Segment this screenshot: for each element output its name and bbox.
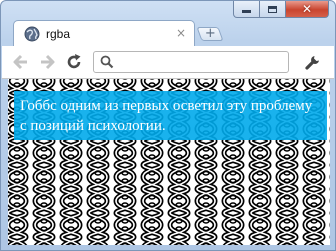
toolbar xyxy=(2,46,334,79)
maximize-button[interactable] xyxy=(260,1,286,18)
reload-icon[interactable] xyxy=(65,53,83,71)
window-controls: ✕ xyxy=(233,1,329,19)
rgba-banner: Гоббс одним из первых осветил эту пробле… xyxy=(14,91,327,140)
search-icon xyxy=(100,55,114,69)
tab-title: rgba xyxy=(46,27,71,41)
wrench-icon[interactable] xyxy=(304,53,322,71)
globe-icon xyxy=(24,26,40,42)
forward-icon[interactable] xyxy=(38,53,56,71)
page-viewport: Гоббс одним из первых осветил эту пробле… xyxy=(8,79,330,245)
address-input[interactable] xyxy=(118,54,282,70)
browser-tab[interactable]: rgba × xyxy=(13,20,195,47)
back-icon[interactable] xyxy=(12,53,30,71)
tab-close-icon[interactable]: × xyxy=(176,26,186,40)
plus-icon: + xyxy=(204,26,216,41)
new-tab-button[interactable]: + xyxy=(196,26,224,41)
minimize-button[interactable] xyxy=(233,1,260,18)
address-bar[interactable] xyxy=(93,51,289,73)
close-icon: ✕ xyxy=(301,2,313,16)
banner-text: Гоббс одним из первых осветил эту пробле… xyxy=(20,98,313,134)
close-window-button[interactable]: ✕ xyxy=(286,1,329,18)
browser-window: ✕ rgba × + Гоббс одним из первых осветил… xyxy=(0,0,336,251)
minimize-icon xyxy=(242,10,251,13)
maximize-icon xyxy=(268,5,277,13)
